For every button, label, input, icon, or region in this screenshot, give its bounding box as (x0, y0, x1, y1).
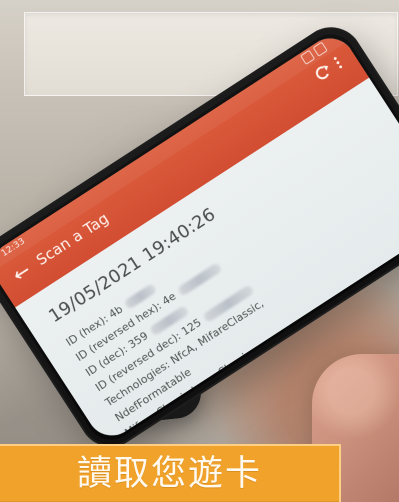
photo-scene: 12:33 ← Scan a Tag 19/05/2021 19:40:26 I… (0, 0, 399, 502)
battery-icon (312, 41, 328, 57)
refresh-icon[interactable] (313, 63, 332, 82)
signal-icon (300, 49, 316, 65)
result-label: Mifare blocks: 64 (152, 422, 238, 445)
arrow-left-icon[interactable]: ← (8, 258, 35, 287)
more-vertical-icon[interactable] (332, 55, 344, 70)
status-time: 12:33 (0, 236, 27, 260)
caption-text: 讀取您遊卡 (76, 453, 262, 494)
caption-banner: 讀取您遊卡 (0, 444, 341, 502)
